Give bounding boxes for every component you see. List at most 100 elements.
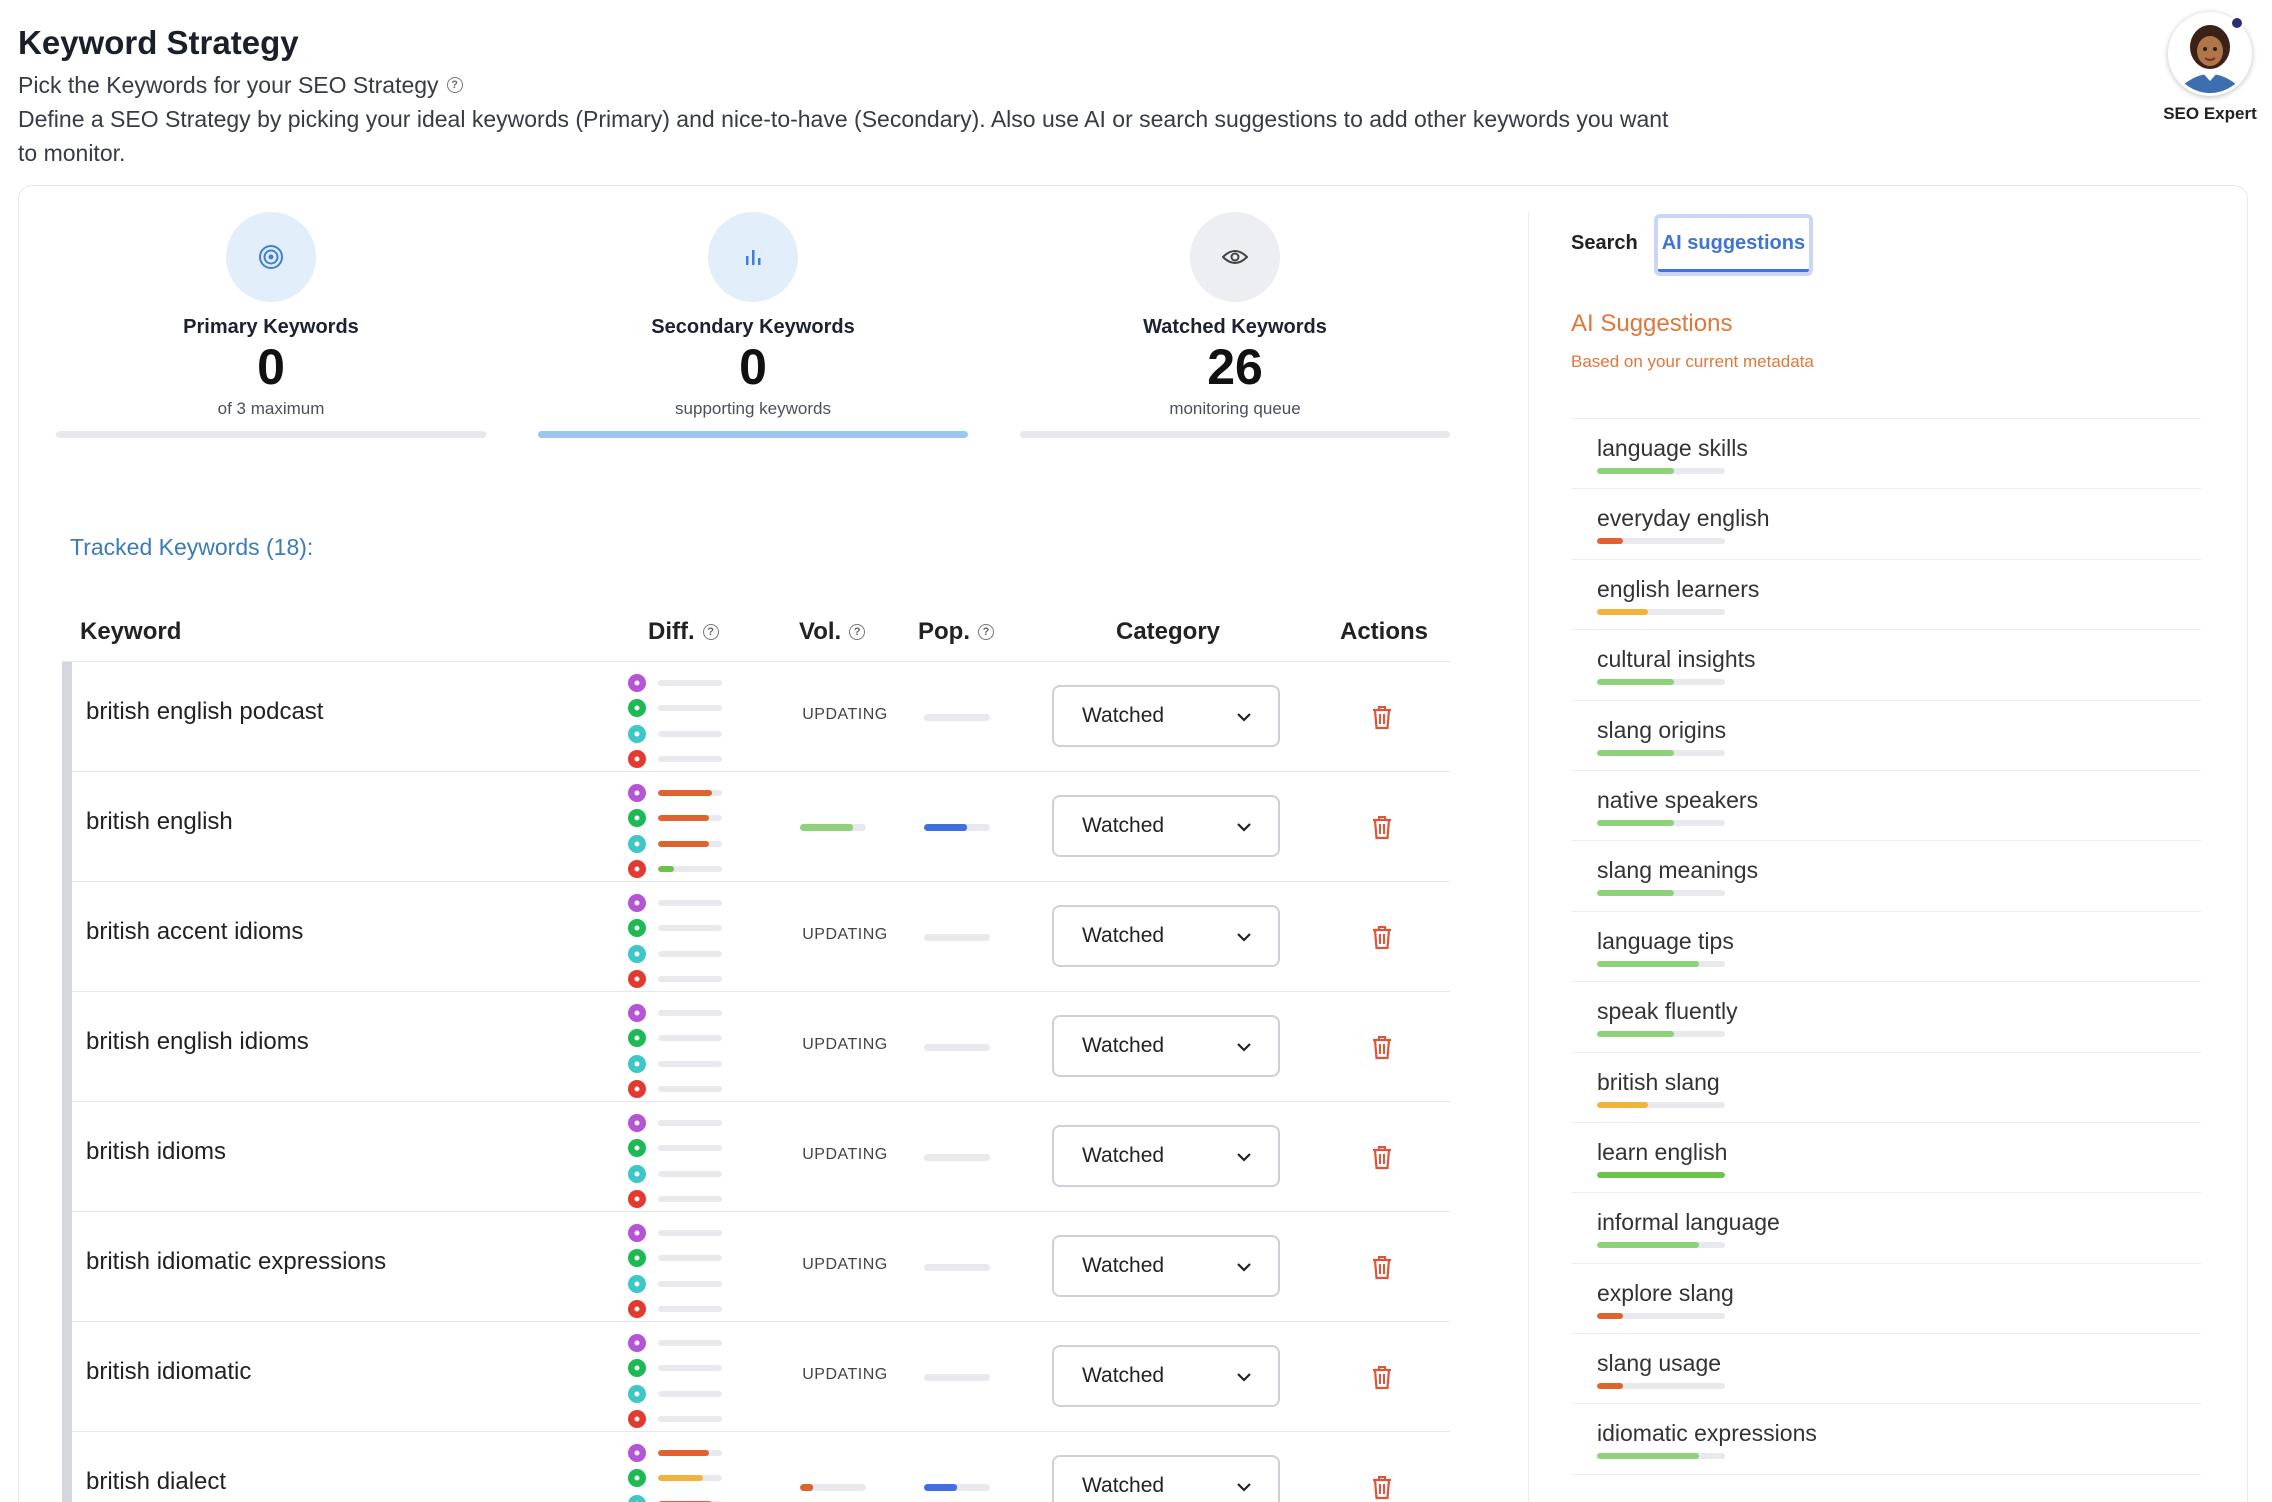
difficulty-fill [658,1475,703,1482]
suggestion-score-track [1597,1101,1725,1108]
difficulty-line [628,941,738,967]
difficulty-line [628,1271,738,1297]
spotify-icon [628,1029,646,1048]
suggestion-item[interactable]: english learners [1571,560,2201,631]
difficulty-fill [658,815,710,822]
difficulty-track [658,705,722,712]
column-label: Actions [1340,618,1429,645]
suggestion-item[interactable]: slang origins [1571,701,2201,771]
chevron-down-icon [1236,1364,1252,1388]
stat-sub: supporting keywords [675,399,831,418]
page-description: Define a SEO Strategy by picking your id… [18,106,1669,166]
help-icon[interactable]: ? [978,624,994,640]
podcast-icon [628,673,646,692]
category-select[interactable]: Watched [1052,795,1280,857]
suggestion-item[interactable]: informal language [1571,1193,2201,1264]
suggestion-item[interactable]: explore slang [1571,1264,2201,1335]
category-select[interactable]: Watched [1052,685,1280,747]
suggestion-item[interactable]: cultural insights [1571,630,2201,701]
difficulty-track [658,679,722,686]
difficulty-line [628,1220,738,1246]
column-header-diff[interactable]: Diff.? [648,618,719,646]
help-icon[interactable]: ? [702,624,719,640]
trash-icon[interactable] [1370,1474,1394,1500]
suggestion-item[interactable]: slang usage [1571,1334,2201,1405]
popularity-fill [924,824,967,831]
suggestion-score-fill [1597,1383,1623,1390]
suggestion-score-track [1597,1312,1725,1319]
suggestion-item[interactable]: learn english [1571,1123,2201,1194]
table-row: british english idioms UPDATING Watched [62,992,1450,1103]
suggestion-score-track [1597,679,1725,686]
difficulty-line [628,780,738,806]
suggestion-item[interactable]: slang meanings [1571,841,2201,912]
difficulty-track [658,976,722,983]
stat-value: 0 [739,339,767,395]
help-icon[interactable]: ? [446,77,463,93]
category-select[interactable]: Watched [1052,1345,1280,1407]
suggestions-panel: Search AI suggestions AI Suggestions Bas… [1528,212,2228,1502]
tab-search[interactable]: Search [1571,218,1638,272]
suggestion-item[interactable]: idiomatic expressions [1571,1404,2201,1475]
volume-status: UPDATING [802,1256,888,1273]
suggestion-item[interactable]: language skills [1571,419,2201,490]
chevron-down-icon [1236,704,1252,728]
difficulty-line [628,1051,738,1077]
stat-secondary: Secondary Keywords 0 supporting keywords [538,212,968,438]
volume-fill [800,824,853,831]
difficulty-line [628,1440,738,1466]
category-select[interactable]: Watched [1052,1125,1280,1187]
difficulty-track [658,815,722,822]
seo-expert-assistant[interactable]: SEO Expert [2158,12,2262,124]
difficulty-bars [628,1440,738,1502]
help-icon[interactable]: ? [849,624,866,640]
tab-ai-suggestions[interactable]: AI suggestions [1653,214,1814,276]
suggestion-item[interactable]: british slang [1571,1053,2201,1123]
suggestion-score-fill [1597,1312,1623,1319]
suggestion-text: everyday english [1597,505,1770,532]
suggestion-item[interactable]: native speakers [1571,771,2201,842]
suggestion-score-track [1597,1171,1725,1178]
column-header-actions: Actions [1340,618,1428,646]
popularity-bar [924,714,990,721]
audible-icon [628,944,646,963]
audible-icon [628,1164,646,1183]
trash-icon[interactable] [1370,1364,1394,1390]
stat-value: 0 [257,339,285,395]
category-select[interactable]: Watched [1052,1455,1280,1502]
suggestion-item[interactable]: everyday english [1571,489,2201,560]
trash-icon[interactable] [1370,924,1394,950]
difficulty-fill [658,1449,710,1456]
trash-icon[interactable] [1370,1254,1394,1280]
suggestion-item[interactable]: language tips [1571,912,2201,983]
column-header-pop[interactable]: Pop.? [918,618,994,646]
suggestion-score-fill [1597,1453,1700,1460]
stat-sub: of 3 maximum [217,399,325,418]
notification-dot [2230,16,2244,30]
suggestion-tabs: Search AI suggestions [1571,214,1814,276]
trash-icon[interactable] [1370,704,1394,730]
column-header-vol[interactable]: Vol.? [799,618,866,646]
difficulty-track [658,1086,722,1093]
trash-icon[interactable] [1370,814,1394,840]
difficulty-track [658,1449,722,1456]
trash-icon[interactable] [1370,1144,1394,1170]
chevron-down-icon [1236,1254,1252,1278]
trash-icon[interactable] [1370,1034,1394,1060]
difficulty-fill [658,789,713,796]
difficulty-track [658,1255,722,1262]
expert-label: SEO Expert [2163,104,2257,123]
suggestion-score-track [1597,1242,1725,1249]
suggestion-score-fill [1597,1031,1674,1038]
column-label: Keyword [80,618,182,645]
table-row: british idiomatic expressions UPDATING Wat… [62,1212,1450,1323]
category-select[interactable]: Watched [1052,905,1280,967]
suggestion-item[interactable]: speak fluently [1571,982,2201,1053]
column-header-keyword[interactable]: Keyword [80,618,181,646]
youtube-icon [628,750,646,769]
category-select[interactable]: Watched [1052,1235,1280,1297]
page-header: Keyword Strategy Pick the Keywords for y… [18,22,1698,170]
category-select[interactable]: Watched [1052,1015,1280,1077]
chevron-down-icon [1236,1144,1252,1168]
difficulty-track [658,1119,722,1126]
